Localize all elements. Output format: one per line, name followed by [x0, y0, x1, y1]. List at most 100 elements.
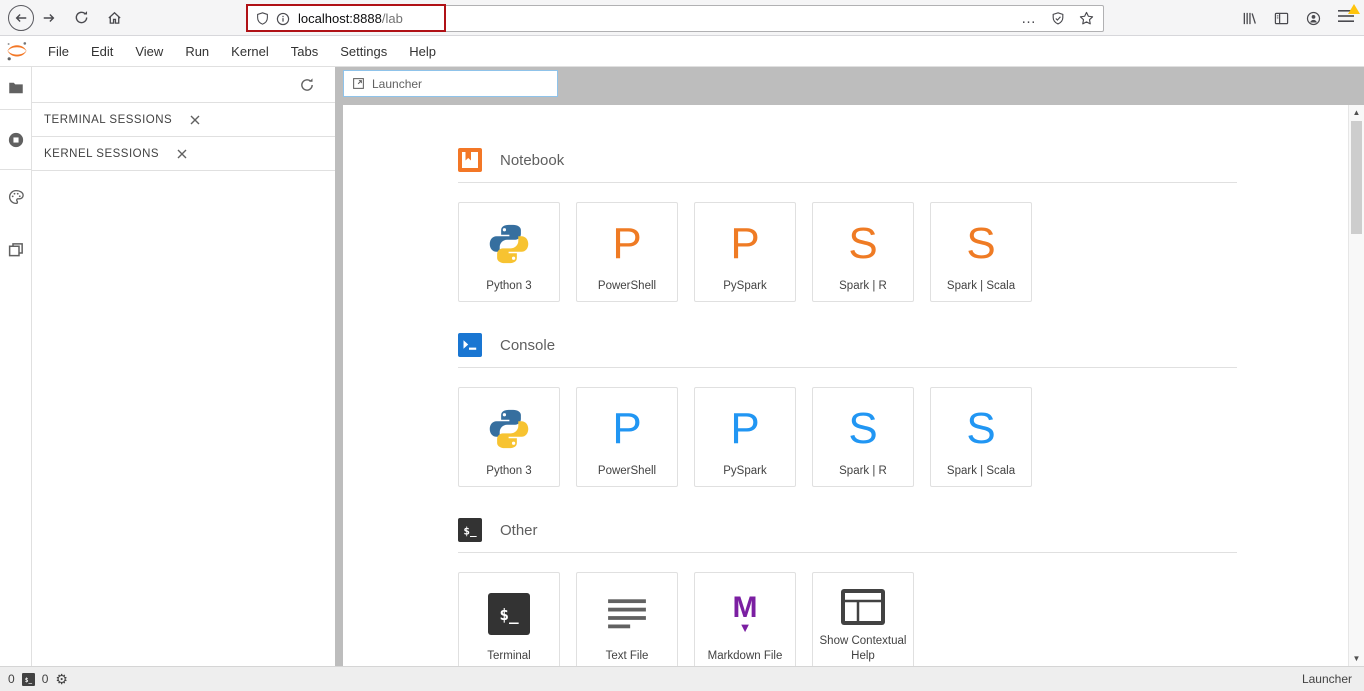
menu-run[interactable]: Run [174, 36, 220, 67]
card-label: Python 3 [459, 279, 559, 301]
url-path: /lab [382, 11, 403, 26]
browser-toolbar: localhost:8888/lab … [0, 0, 1364, 36]
menu-file[interactable]: File [37, 36, 80, 67]
menu-help[interactable]: Help [398, 36, 447, 67]
kernel-letter-icon: S [848, 407, 877, 451]
back-arrow-icon [14, 11, 28, 25]
tab-file-browser[interactable] [0, 67, 31, 110]
tab-running-sessions[interactable] [0, 110, 31, 170]
terminal-sessions-label: TERMINAL SESSIONS [44, 114, 172, 126]
bookmark-star-icon[interactable] [1079, 11, 1094, 26]
home-button[interactable] [107, 10, 122, 25]
launcher-panel: Notebook Python 3 P [343, 105, 1348, 666]
tab-open-tabs[interactable] [0, 223, 31, 276]
kernel-letter-icon: S [966, 222, 995, 266]
tab-launcher-label: Launcher [372, 77, 422, 91]
card-notebook-pyspark[interactable]: P PySpark [694, 202, 796, 302]
status-bar: 0 $_ 0 ⚙ Launcher [0, 666, 1364, 691]
menu-tabs[interactable]: Tabs [280, 36, 329, 67]
contextual-help-icon [813, 573, 913, 634]
card-label: Show Contextual Help [813, 634, 913, 666]
running-sessions-indicator[interactable]: 0 $_ 0 ⚙ [8, 672, 68, 686]
scrollbar-thumb[interactable] [1351, 121, 1362, 234]
scroll-down-icon[interactable]: ▼ [1349, 654, 1364, 663]
section-divider [458, 182, 1237, 183]
kernel-sessions-close-icon[interactable] [177, 149, 187, 159]
kernel-letter-icon: P [730, 407, 759, 451]
kernel-letter-icon: S [966, 407, 995, 451]
card-markdown-file[interactable]: M▼ Markdown File [694, 572, 796, 666]
kernel-letter-icon: P [612, 407, 641, 451]
card-notebook-spark-r[interactable]: S Spark | R [812, 202, 914, 302]
card-console-powershell[interactable]: P PowerShell [576, 387, 678, 487]
main-dock-panel: Launcher Notebook [335, 67, 1364, 666]
kernel-letter-icon: P [730, 222, 759, 266]
reload-button[interactable] [74, 10, 89, 25]
kernels-count: 0 [42, 672, 49, 686]
kernel-status-icon: ⚙ [55, 672, 68, 686]
tab-launcher[interactable]: Launcher [343, 70, 558, 97]
tab-command-palette[interactable] [0, 170, 31, 223]
jupyter-logo [5, 39, 29, 63]
back-button[interactable] [8, 5, 34, 31]
card-console-spark-r[interactable]: S Spark | R [812, 387, 914, 487]
terminals-count: 0 [8, 672, 15, 686]
url-host: localhost:8888 [298, 11, 382, 26]
page-actions-icon[interactable]: … [1021, 10, 1037, 27]
reload-icon [74, 10, 89, 25]
section-title-console: Console [500, 337, 555, 354]
card-label: Spark | Scala [931, 279, 1031, 301]
card-notebook-spark-scala[interactable]: S Spark | Scala [930, 202, 1032, 302]
kernel-letter-icon: S [848, 222, 877, 266]
account-icon[interactable] [1306, 11, 1321, 26]
card-notebook-powershell[interactable]: P PowerShell [576, 202, 678, 302]
main-scrollbar[interactable]: ▲ ▼ [1348, 105, 1364, 666]
terminal-status-icon: $_ [22, 673, 35, 686]
url-bar[interactable]: localhost:8888/lab … [246, 5, 1104, 32]
card-console-python3[interactable]: Python 3 [458, 387, 560, 487]
sidebars-icon[interactable] [1274, 11, 1289, 26]
kernel-sessions-header[interactable]: KERNEL SESSIONS [32, 137, 335, 171]
folder-icon [7, 79, 25, 97]
console-icon [458, 333, 482, 357]
card-show-contextual-help[interactable]: Show Contextual Help [812, 572, 914, 666]
section-console: Console Python 3 P [458, 333, 1237, 487]
scroll-up-icon[interactable]: ▲ [1349, 108, 1364, 117]
forward-arrow-icon [42, 11, 56, 25]
card-label: Spark | R [813, 279, 913, 301]
running-sessions-panel: TERMINAL SESSIONS KERNEL SESSIONS [32, 67, 335, 666]
card-label: Terminal [459, 649, 559, 666]
update-warning-icon [1348, 4, 1360, 14]
tabs-icon [7, 241, 25, 259]
section-title-other: Other [500, 522, 538, 539]
notebook-icon [458, 148, 482, 172]
card-label: Text File [577, 649, 677, 666]
terminal-sessions-close-icon[interactable] [190, 115, 200, 125]
kernel-sessions-label: KERNEL SESSIONS [44, 148, 159, 160]
card-console-spark-scala[interactable]: S Spark | Scala [930, 387, 1032, 487]
svg-text:$_: $_ [499, 605, 519, 624]
forward-button[interactable] [42, 11, 56, 25]
card-notebook-python3[interactable]: Python 3 [458, 202, 560, 302]
menu-settings[interactable]: Settings [329, 36, 398, 67]
card-label: PySpark [695, 279, 795, 301]
refresh-icon[interactable] [299, 77, 315, 93]
menu-view[interactable]: View [124, 36, 174, 67]
terminal-sessions-header[interactable]: TERMINAL SESSIONS [32, 103, 335, 137]
card-label: PySpark [695, 464, 795, 486]
bookmark-shield-icon[interactable] [1051, 11, 1065, 26]
menu-button[interactable] [1338, 9, 1354, 28]
site-info-icon[interactable] [276, 12, 290, 26]
tracking-shield-icon [256, 11, 269, 26]
url-text[interactable]: localhost:8888/lab [298, 11, 403, 26]
section-notebook: Notebook Python 3 P [458, 148, 1237, 302]
library-icon[interactable] [1242, 11, 1257, 26]
svg-text:$_: $_ [463, 525, 477, 538]
menu-edit[interactable]: Edit [80, 36, 124, 67]
card-terminal[interactable]: $_ Terminal [458, 572, 560, 666]
card-console-pyspark[interactable]: P PySpark [694, 387, 796, 487]
browser-window: localhost:8888/lab … [0, 0, 1364, 691]
menu-kernel[interactable]: Kernel [220, 36, 280, 67]
svg-text:$_: $_ [25, 677, 33, 684]
card-text-file[interactable]: Text File [576, 572, 678, 666]
